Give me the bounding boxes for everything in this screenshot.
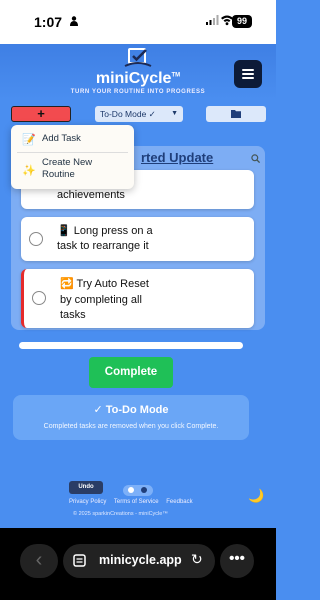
add-button[interactable]: +	[11, 106, 71, 122]
browser-bar: ‹ minicycle.app ↻ •••	[0, 528, 276, 600]
task-text: task to rearrange it	[57, 240, 149, 252]
task-item[interactable]: 🔁 Try Auto Reset by completing all tasks	[21, 269, 254, 328]
more-options-button[interactable]: •••	[220, 544, 254, 578]
mode-info-title: ✓ To-Do Mode	[93, 404, 169, 416]
sparkles-icon: ✨	[22, 165, 36, 177]
mode-selector-label: To-Do Mode ✓	[100, 109, 156, 119]
task-text: by completing all	[60, 294, 142, 306]
page-toggle[interactable]	[123, 485, 153, 496]
reload-icon[interactable]: ↻	[191, 551, 203, 568]
task-item[interactable]: 📱 Long press on a task to rearrange it	[21, 217, 254, 261]
tagline: TURN YOUR ROUTINE INTO PROGRESS	[70, 89, 206, 95]
status-time: 1:07	[34, 14, 63, 30]
complete-button[interactable]: Complete	[89, 357, 173, 388]
address-bar[interactable]: minicycle.app ↻	[63, 544, 215, 578]
memo-icon: 📝	[22, 134, 36, 146]
task-text: tasks	[60, 309, 86, 321]
task-text: 📱 Long press on a	[57, 225, 153, 237]
toolbar: + To-Do Mode ✓ ▼	[0, 104, 276, 124]
task-checkbox[interactable]	[29, 232, 43, 246]
task-checkbox[interactable]	[32, 291, 46, 305]
trademark-mark: TM	[171, 72, 181, 79]
search-icon[interactable]	[251, 154, 260, 163]
undo-button[interactable]: Undo	[69, 481, 103, 494]
add-dropdown-menu: 📝 Add Task ✨ Create New Routine	[11, 125, 134, 189]
signal-icon	[206, 15, 219, 25]
logo-icon	[124, 48, 152, 67]
copyright: © 2025 sparkinCreations - miniCycle™	[73, 511, 168, 517]
folder-button[interactable]	[206, 106, 266, 122]
status-bar: 1:07 99	[0, 0, 276, 44]
menu-icon-bar	[242, 77, 254, 79]
dropdown-item-label: Create New Routine	[42, 157, 93, 180]
mode-info-box: ✓ To-Do Mode Completed tasks are removed…	[13, 395, 249, 440]
toggle-dot-inactive	[141, 487, 147, 493]
progress-bar	[19, 342, 243, 349]
dropdown-item-add-task[interactable]: 📝 Add Task	[11, 125, 134, 152]
privacy-policy-link[interactable]: Privacy Policy	[69, 499, 106, 505]
toggle-dot-active	[128, 487, 134, 493]
mode-info-description: Completed tasks are removed when you cli…	[43, 423, 219, 430]
feedback-link[interactable]: Feedback	[166, 499, 192, 505]
hamburger-menu-button[interactable]	[234, 60, 262, 88]
terms-of-service-link[interactable]: Terms of Service	[114, 499, 159, 505]
back-button[interactable]: ‹	[20, 544, 58, 578]
menu-icon-bar	[242, 73, 254, 75]
panel-title[interactable]: rted Update	[141, 150, 213, 165]
task-text: 🔁 Try Auto Reset	[60, 278, 149, 290]
url-text: minicycle.app	[99, 553, 182, 567]
footer-links: Privacy Policy Terms of Service Feedback	[69, 499, 199, 505]
app-header: miniCycleTM TURN YOUR ROUTINE INTO PROGR…	[0, 44, 276, 100]
battery-indicator: 99	[232, 15, 252, 28]
dropdown-item-create-routine[interactable]: ✨ Create New Routine	[11, 153, 134, 189]
mode-selector[interactable]: To-Do Mode ✓ ▼	[95, 106, 183, 122]
menu-icon-bar	[242, 69, 254, 71]
page-menu-icon	[73, 554, 86, 567]
chevron-down-icon: ▼	[171, 110, 178, 117]
dropdown-item-label: Add Task	[42, 133, 81, 144]
person-icon	[70, 16, 78, 26]
moon-icon[interactable]: 🌙	[248, 488, 264, 504]
folder-icon	[231, 110, 241, 118]
task-text: achievements	[57, 189, 125, 201]
